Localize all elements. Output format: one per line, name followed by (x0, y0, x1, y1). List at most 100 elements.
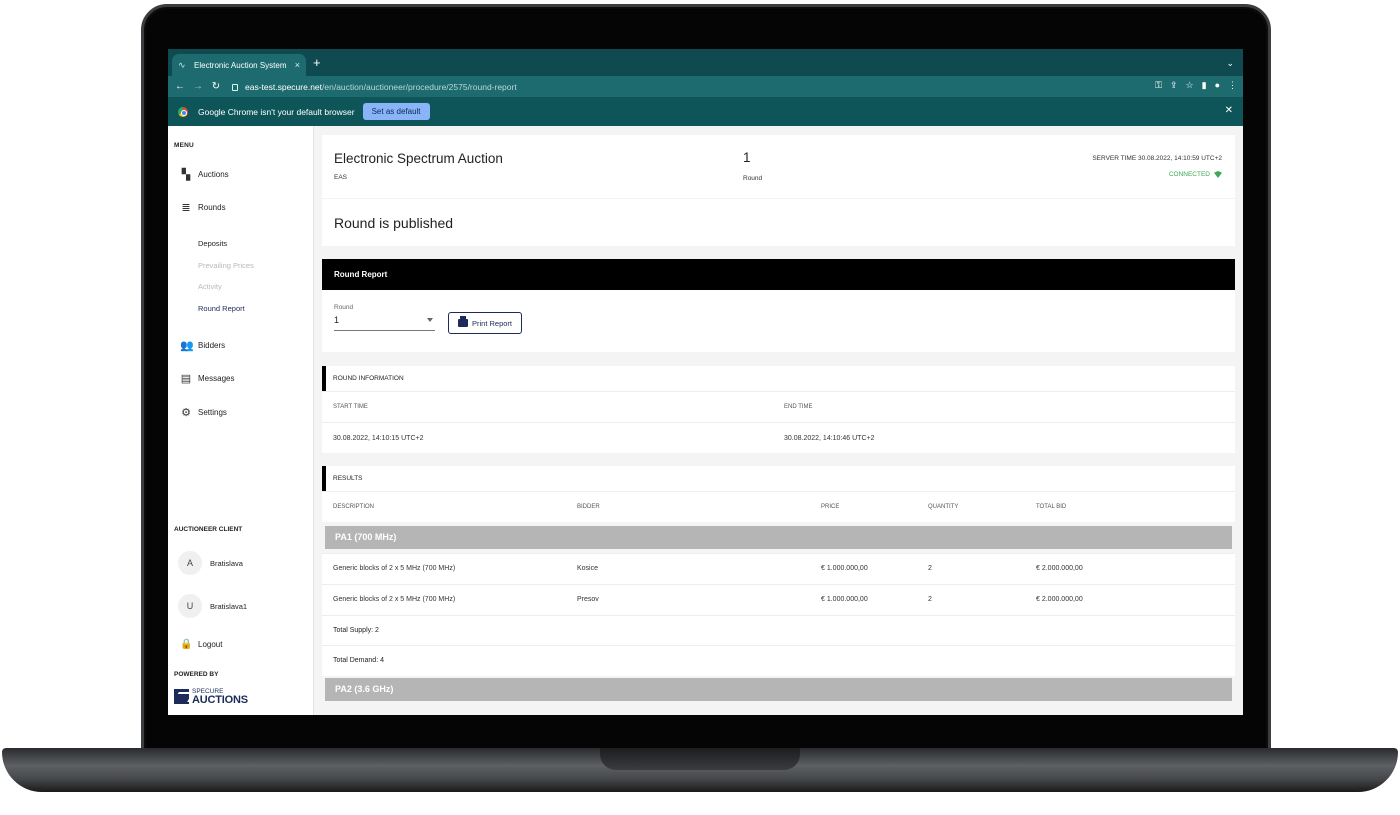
logout-button[interactable]: 🔒 Logout (180, 639, 222, 650)
message-icon: ▤ (180, 373, 192, 385)
total-supply: Total Supply: 2 (333, 627, 379, 634)
group-header-pa1: PA1 (700 MHz) (325, 526, 1232, 549)
reload-button[interactable]: ↻ (207, 81, 225, 92)
browser-tab[interactable]: ∿ Electronic Auction System × (172, 54, 306, 76)
cell-quantity: 2 (928, 565, 932, 572)
round-select-label: Round (334, 304, 354, 311)
client-item-bratislava1[interactable]: U Bratislava1 (178, 594, 247, 618)
sidebar-item-label: Rounds (198, 203, 226, 212)
list-icon: ≣ (181, 202, 191, 214)
cell-total-bid: € 2.000.000,00 (1036, 565, 1083, 572)
sidebar-item-bidders[interactable]: 👥 Bidders (180, 339, 225, 352)
laptop-screen: ∿ Electronic Auction System × + ⌄ ← → ↻ … (168, 49, 1243, 715)
total-demand: Total Demand: 4 (333, 657, 384, 664)
cell-description: Generic blocks of 2 x 5 MHz (700 MHz) (333, 565, 456, 572)
chevron-down-icon (427, 318, 433, 322)
round-status-card: Round is published (322, 199, 1235, 246)
toolbar-icons: ⚿ ⇪ ☆ ▮ ● ⋮ (1155, 80, 1237, 91)
cell-total-bid: € 2.000.000,00 (1036, 596, 1083, 603)
key-icon[interactable]: ⚿ (1155, 80, 1162, 91)
cell-bidder: Presov (577, 596, 599, 603)
sidebar-subitem-prevailing-prices: Prevailing Prices (198, 261, 254, 270)
auction-header: Electronic Spectrum Auction EAS 1 Round … (322, 135, 1235, 198)
sidebar-subitem-deposits[interactable]: Deposits (198, 239, 227, 248)
sidebar-item-messages[interactable]: ▤ Messages (180, 372, 235, 385)
round-number: 1 (743, 150, 751, 165)
end-time-value: 30.08.2022, 14:10:46 UTC+2 (784, 435, 875, 442)
sidebar-subitem-round-report[interactable]: Round Report (198, 304, 245, 313)
round-select[interactable]: 1 (334, 315, 435, 331)
side-panel-icon[interactable]: ▮ (1202, 80, 1207, 91)
address-bar[interactable]: eas-test.specure.net/en/auction/auctione… (232, 78, 1122, 95)
lock-icon: 🔒 (180, 639, 193, 650)
url-path: /en/auction/auctioneer/procedure/2575/ro… (322, 81, 517, 92)
client-item-bratislava[interactable]: A Bratislava (178, 551, 243, 575)
infobar-close-icon[interactable]: ✕ (1225, 105, 1233, 116)
gear-icon: ⚙ (181, 407, 191, 419)
lock-icon (232, 84, 238, 91)
main-content: Electronic Spectrum Auction EAS 1 Round … (322, 126, 1235, 715)
printer-icon (457, 316, 468, 327)
specure-auctions-logo: SPECURE AUCTIONS (174, 688, 248, 706)
round-information-title: ROUND INFORMATION (322, 366, 1235, 391)
total-demand-row: Total Demand: 4 (322, 645, 1235, 676)
round-status-text: Round is published (334, 215, 454, 231)
kebab-menu-icon[interactable]: ⋮ (1228, 80, 1237, 91)
cell-quantity: 2 (928, 596, 932, 603)
tab-title: Electronic Auction System (194, 60, 287, 70)
people-icon: 👥 (180, 340, 194, 352)
table-row: Generic blocks of 2 x 5 MHz (700 MHz) Pr… (322, 584, 1235, 615)
column-bidder: BIDDER (577, 504, 600, 510)
forward-button[interactable]: → (189, 81, 207, 92)
server-time: SERVER TIME 30.08.2022, 14:10:59 UTC+2 (1092, 155, 1222, 162)
set-as-default-button[interactable]: Set as default (362, 103, 430, 120)
auctioneer-client-title: AUCTIONEER CLIENT (174, 526, 243, 533)
start-time-label: START TIME (333, 404, 368, 410)
round-information-values: 30.08.2022, 14:10:15 UTC+2 30.08.2022, 1… (322, 422, 1235, 453)
tab-search-icon[interactable]: ⌄ (1226, 58, 1234, 69)
print-report-button[interactable]: Print Report (448, 312, 522, 334)
bookmark-star-icon[interactable]: ☆ (1186, 80, 1194, 91)
column-total-bid: TOTAL BID (1036, 504, 1067, 510)
total-supply-row: Total Supply: 2 (322, 615, 1235, 646)
auction-code: EAS (334, 174, 348, 181)
app-root: MENU ▚ Auctions ≣ Rounds Deposits Prevai… (168, 126, 1243, 715)
cell-price: € 1.000.000,00 (821, 596, 868, 603)
dashboard-icon: ▚ (181, 169, 191, 181)
logout-label: Logout (198, 640, 223, 649)
sidebar: MENU ▚ Auctions ≣ Rounds Deposits Prevai… (168, 126, 314, 715)
powered-by-label: POWERED BY (174, 671, 219, 678)
sidebar-item-auctions[interactable]: ▚ Auctions (180, 168, 229, 181)
connection-status-label: CONNECTED (1168, 171, 1210, 178)
share-icon[interactable]: ⇪ (1170, 80, 1178, 91)
group-header-pa2: PA2 (3.6 GHz) (325, 678, 1232, 701)
round-information-labels: START TIME END TIME (322, 391, 1235, 422)
results-title: RESULTS (322, 466, 1235, 491)
sidebar-item-label: Auctions (198, 170, 229, 179)
url-host: eas-test.specure.net (245, 81, 323, 92)
end-time-label: END TIME (784, 404, 813, 410)
profile-icon[interactable]: ● (1215, 80, 1220, 91)
specure-logo-icon (174, 688, 189, 704)
new-tab-button[interactable]: + (313, 56, 321, 69)
round-report-controls: Round 1 Print Report (322, 290, 1235, 352)
menu-title: MENU (174, 142, 194, 149)
default-browser-infobar: Google Chrome isn't your default browser… (168, 97, 1243, 126)
back-button[interactable]: ← (171, 81, 189, 92)
client-name: Bratislava (210, 558, 243, 568)
round-report-header: Round Report (322, 259, 1235, 290)
sidebar-item-label: Bidders (198, 341, 226, 350)
sidebar-item-rounds[interactable]: ≣ Rounds (180, 201, 226, 214)
sidebar-item-settings[interactable]: ⚙ Settings (180, 406, 227, 419)
sidebar-subitem-activity: Activity (198, 282, 222, 291)
browser-tab-strip: ∿ Electronic Auction System × + ⌄ (168, 49, 1243, 76)
client-name: Bratislava1 (210, 601, 248, 611)
infobar-text: Google Chrome isn't your default browser (198, 106, 355, 117)
chrome-logo-icon (178, 106, 188, 117)
results-header-row: DESCRIPTION BIDDER PRICE QUANTITY TOTAL … (322, 491, 1235, 522)
cell-description: Generic blocks of 2 x 5 MHz (700 MHz) (333, 596, 456, 603)
tab-close-icon[interactable]: × (295, 60, 300, 70)
wifi-icon (1214, 171, 1222, 178)
print-report-label: Print Report (471, 318, 513, 328)
column-price: PRICE (821, 504, 840, 510)
